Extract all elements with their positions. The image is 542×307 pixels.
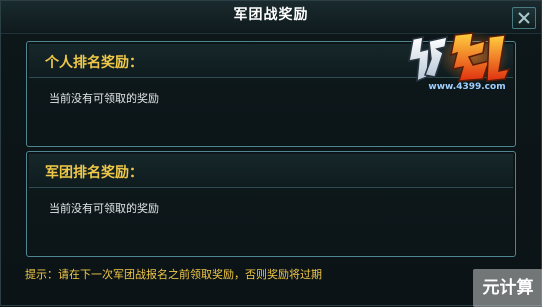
legion-rank-reward-panel: 军团排名奖励： 当前没有可领取的奖励: [26, 151, 516, 257]
game-logo: www.4399.com: [408, 31, 511, 92]
watermark-text: 元计算: [482, 278, 534, 298]
personal-rank-reward-title: 个人排名奖励：: [45, 55, 143, 71]
close-button[interactable]: [512, 7, 536, 29]
reward-expiry-tip: 提示：请在下一次军团战报名之前领取奖励，否则奖励将过期: [25, 268, 322, 281]
logo-site-text: www.4399.com: [428, 82, 505, 92]
personal-reward-status: 当前没有可领取的奖励: [49, 92, 159, 105]
watermark: 元计算: [473, 269, 542, 307]
legion-rank-reward-title: 军团排名奖励：: [45, 165, 143, 181]
panel-header: 军团排名奖励：: [29, 154, 513, 188]
close-icon: [518, 12, 530, 24]
title-bar: 军团战奖励: [1, 1, 541, 34]
legion-reward-status: 当前没有可领取的奖励: [49, 202, 159, 215]
reward-dialog: 军团战奖励 个人排名奖励： 当前没有可领取的奖励 军团排名奖励： 当前没有可领取…: [0, 0, 542, 307]
dialog-title: 军团战奖励: [233, 7, 309, 23]
